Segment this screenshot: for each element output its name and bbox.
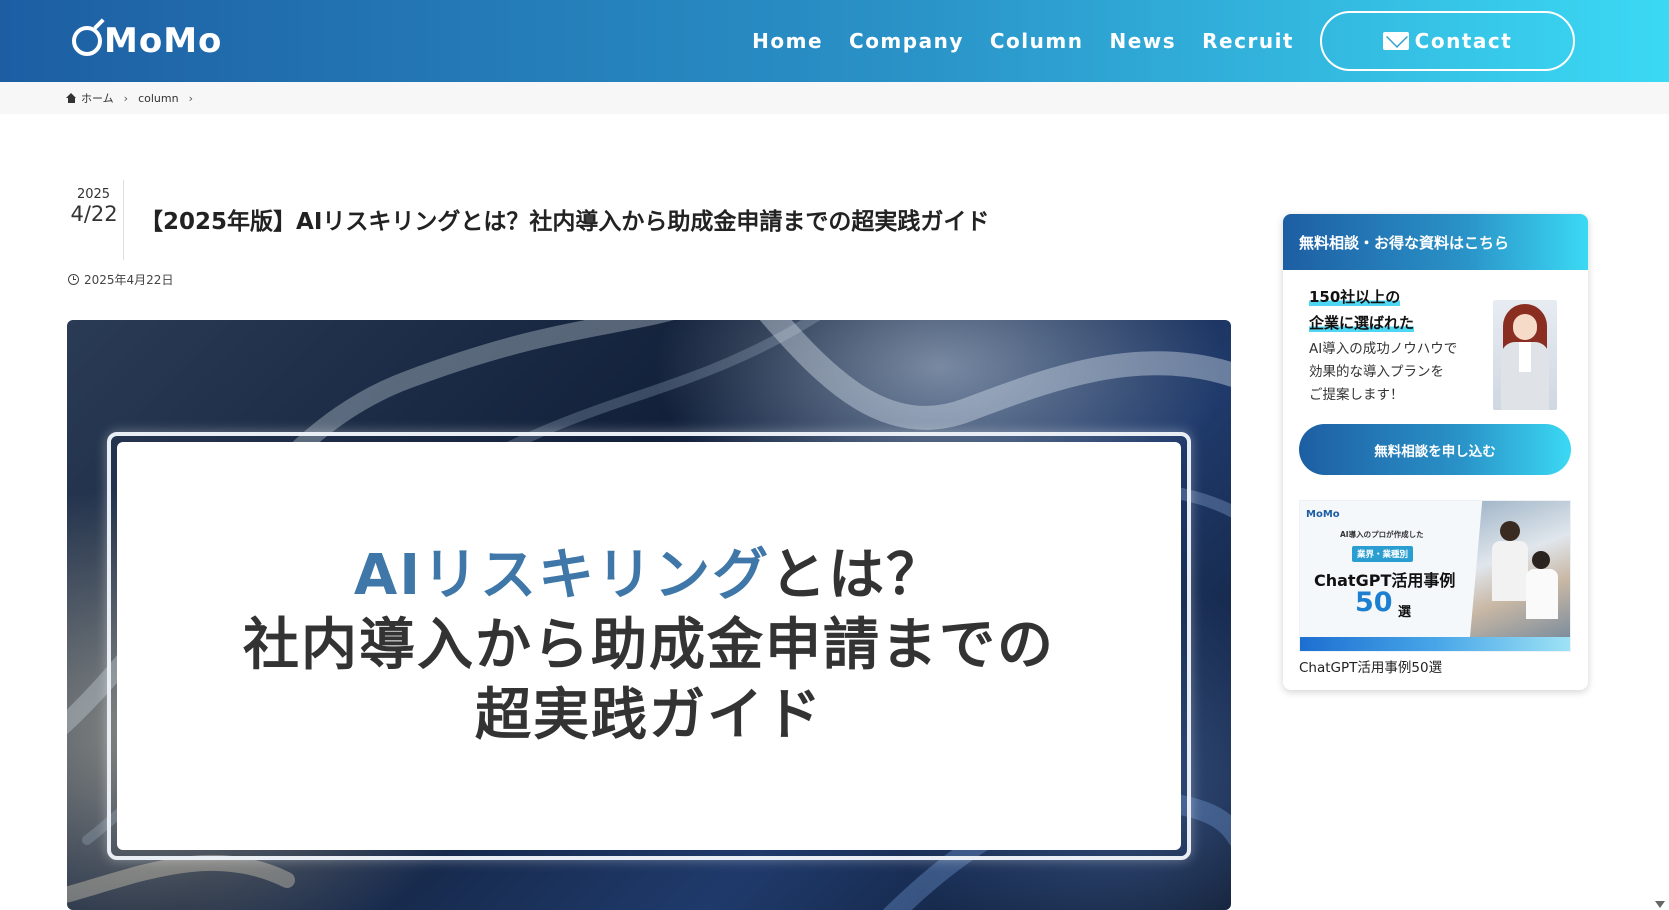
nav-news[interactable]: News <box>1109 29 1176 53</box>
sidebar-body-line: ご提案します！ <box>1309 387 1404 403</box>
nav-column[interactable]: Column <box>990 29 1084 53</box>
post-month-day: 4/22 <box>70 202 118 226</box>
hero-line-1: AIリスキリングとは？ <box>354 541 944 611</box>
chevron-right-icon: › <box>123 91 129 105</box>
hero-line-1-accent: AIリスキリング <box>353 543 771 608</box>
sidebar-widget: 無料相談・お得な資料はこちら 150社以上の 企業に選ばれた AI導入の成功ノウ… <box>1283 214 1588 690</box>
sidebar-highlight-1: 150社以上の <box>1309 288 1401 306</box>
banner-number: 50 <box>1355 587 1393 618</box>
article-title: 【2025年版】AIリスキリングとは？社内導入から助成金申請までの超実践ガイド <box>140 209 990 235</box>
banner-bar <box>1300 637 1570 651</box>
hero-line-2: 社内導入から助成金申請までの <box>243 613 1055 678</box>
sidebar-highlight-2: 企業に選ばれた <box>1309 314 1415 332</box>
breadcrumb: ホーム › column › <box>0 82 1669 114</box>
nav-home[interactable]: Home <box>752 29 823 53</box>
consultant-avatar <box>1493 300 1557 410</box>
hero-line-3: 超実践ガイド <box>475 683 823 748</box>
banner-suffix: 選 <box>1398 605 1412 620</box>
free-consultation-button[interactable]: 無料相談を申し込む <box>1299 424 1571 475</box>
banner-caption-link[interactable]: ChatGPT活用事例50選 <box>1299 656 1442 676</box>
breadcrumb-home[interactable]: ホーム <box>81 90 114 106</box>
banner-logo: MoMo <box>1306 509 1340 520</box>
banner-tag: 業界・業種別 <box>1352 546 1414 562</box>
main-nav: Home Company Column News Recruit Contact <box>752 0 1669 82</box>
home-icon <box>66 93 77 103</box>
clock-icon <box>68 274 79 285</box>
sidebar-promo-text: 150社以上の 企業に選ばれた AI導入の成功ノウハウで 効果的な導入プランを … <box>1309 284 1479 407</box>
sidebar-body-line: AI導入の成功ノウハウで <box>1309 341 1458 357</box>
hero-title-card: AIリスキリングとは？ 社内導入から助成金申請までの 超実践ガイド <box>107 432 1191 860</box>
banner-subtitle: AI導入のプロが作成した <box>1340 530 1424 539</box>
sidebar-heading: 無料相談・お得な資料はこちら <box>1283 214 1588 270</box>
chevron-right-icon: › <box>188 91 193 105</box>
published-date: 2025年4月22日 <box>68 271 173 288</box>
post-date-block: 2025 4/22 <box>64 180 124 260</box>
hero-line-1-rest: とは？ <box>770 543 945 608</box>
nav-company[interactable]: Company <box>849 29 964 53</box>
published-date-text: 2025年4月22日 <box>84 273 174 287</box>
mail-icon <box>1382 32 1409 50</box>
nav-recruit[interactable]: Recruit <box>1202 29 1294 53</box>
contact-label: Contact <box>1414 29 1513 53</box>
contact-button[interactable]: Contact <box>1320 11 1575 71</box>
banner-photo <box>1470 501 1570 637</box>
sidebar-body-line: 効果的な導入プランを <box>1309 364 1444 380</box>
chatgpt-casestudy-banner[interactable]: MoMo AI導入のプロが作成した 業界・業種別 ChatGPT活用事例 50 … <box>1299 500 1571 652</box>
post-year: 2025 <box>76 187 111 202</box>
hero-image: AIリスキリングとは？ 社内導入から助成金申請までの 超実践ガイド <box>67 320 1231 910</box>
logo-text: MoMo <box>104 21 223 61</box>
logo-mark-icon <box>72 26 102 56</box>
site-header: MoMo Home Company Column News Recruit Co… <box>0 0 1669 82</box>
scroll-down-icon[interactable] <box>1655 901 1665 908</box>
site-logo[interactable]: MoMo <box>72 20 222 62</box>
breadcrumb-column[interactable]: column <box>138 92 179 105</box>
